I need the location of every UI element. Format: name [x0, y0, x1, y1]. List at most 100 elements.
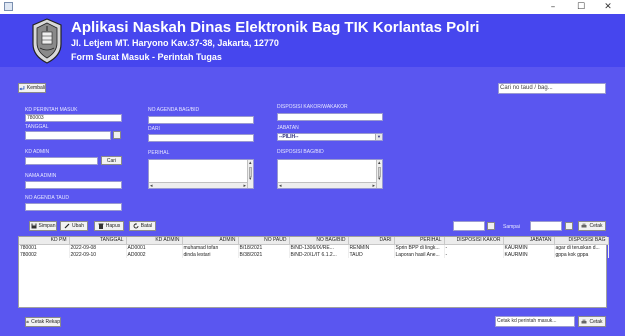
save-icon: [31, 223, 37, 229]
table-cell: gppa kok gppa: [554, 251, 609, 258]
disposisi-bag-textarea[interactable]: ▴ ▾ ◂ ▸: [277, 159, 383, 189]
calendar-icon[interactable]: [113, 131, 121, 139]
no-agenda-bag-label: NO AGENDA BAG/BID: [148, 107, 200, 113]
kd-perintah-field[interactable]: 780003: [25, 114, 122, 122]
cetak-label: Cetak: [589, 318, 603, 325]
table-cell: muhamad tofan: [182, 244, 239, 251]
col-perihal[interactable]: PERIHAL: [394, 237, 445, 245]
form-title: Form Surat Masuk - Perintah Tugas: [71, 52, 222, 62]
table-cell: Sprin BPP di lingk...: [394, 244, 445, 251]
table-cell: RENMIN: [348, 244, 395, 251]
cetak-filter-button[interactable]: Cetak: [578, 221, 606, 231]
tanggal-label: TANGGAL: [25, 124, 49, 130]
nama-admin-field[interactable]: [25, 181, 122, 189]
date-to-field[interactable]: [530, 221, 562, 231]
print-code-input[interactable]: Cetak kd perintah masuk...: [495, 316, 575, 327]
table-cell: AD0001: [126, 244, 183, 251]
table-header-row: KD PM TANGGAL KD ADMIN ADMIN NO PAUD NO …: [19, 237, 609, 245]
disposisi-kakor-field[interactable]: [277, 113, 383, 121]
col-jabatan[interactable]: JABATAN: [503, 237, 555, 245]
back-button[interactable]: Kembali: [18, 83, 46, 93]
kd-admin-label: KD ADMIN: [25, 149, 50, 155]
perihal-textarea[interactable]: ▴ ▾ ◂ ▸: [148, 159, 254, 189]
cetak-filter-label: Cetak: [589, 223, 603, 229]
col-admin[interactable]: ADMIN: [182, 237, 239, 245]
disposisi-kakor-label: DISPOSISI KAKOR/WAKAKOR: [277, 104, 348, 110]
simpan-button[interactable]: Simpan: [29, 221, 57, 231]
simpan-label: Simpan: [38, 223, 56, 229]
table-cell: 780002: [19, 251, 70, 258]
back-arrow-icon: [19, 86, 25, 91]
tanggal-field[interactable]: [25, 131, 111, 140]
minimize-button[interactable]: –: [539, 1, 567, 13]
window-titlebar: – ☐ ✕: [0, 0, 625, 14]
dari-field[interactable]: [148, 134, 254, 142]
col-no-bag[interactable]: NO BAG/BID: [289, 237, 349, 245]
date-from-field[interactable]: [453, 221, 485, 231]
table-row[interactable]: 780002 2022-09-10 AD0002 dinda lestari B…: [19, 251, 609, 258]
table-cell: 2022-09-08: [69, 244, 127, 251]
cetak-rekap-button[interactable]: Cetak Rekap: [25, 317, 61, 327]
col-tanggal[interactable]: TANGGAL: [69, 237, 127, 245]
sampai-label: Sampai: [503, 224, 520, 230]
cari-admin-label: Cari: [106, 157, 117, 164]
col-kd-pm[interactable]: KD PM: [19, 237, 70, 245]
jabatan-selected: --PILIH--: [279, 134, 299, 140]
app-icon: [4, 2, 13, 11]
surat-masuk-table: KD PM TANGGAL KD ADMIN ADMIN NO PAUD NO …: [18, 236, 609, 308]
app-title: Aplikasi Naskah Dinas Elektronik Bag TIK…: [71, 19, 480, 36]
app-address: Jl. Letjem MT. Haryono Kav.37-38, Jakart…: [71, 38, 279, 48]
refresh-icon: [133, 223, 139, 229]
ubah-label: Ubah: [72, 223, 84, 229]
printer-icon: [581, 223, 587, 228]
printer-rekap-icon: [26, 320, 29, 323]
maximize-button[interactable]: ☐: [567, 1, 595, 13]
table-cell: dinda lestari: [182, 251, 239, 258]
col-kd-admin[interactable]: KD ADMIN: [126, 237, 183, 245]
cetak-button[interactable]: Cetak: [578, 316, 606, 327]
table-cell: -: [444, 251, 504, 258]
disposisi-bag-label: DISPOSISI BAG/BID: [277, 149, 324, 155]
nama-admin-label: NAMA ADMIN: [25, 173, 57, 179]
table-cell: AD0002: [126, 251, 183, 258]
calendar-from-icon[interactable]: [487, 222, 495, 230]
table-cell: B/18/2021: [238, 244, 290, 251]
batal-label: Batal: [140, 223, 153, 229]
trash-icon: [98, 223, 104, 229]
close-button[interactable]: ✕: [594, 1, 622, 13]
table-cell: -: [444, 244, 504, 251]
perihal-hscroll[interactable]: ◂ ▸: [149, 182, 247, 189]
col-no-paud[interactable]: NO PAUD: [238, 237, 290, 245]
ubah-button[interactable]: Ubah: [60, 221, 88, 231]
table-cell: B/ND-2/XL/IT 6.1.2...: [289, 251, 349, 258]
disposisi-vscroll[interactable]: ▴ ▾: [376, 160, 382, 188]
table-cell: KAURMIN: [503, 244, 555, 251]
hapus-button[interactable]: Hapus: [94, 221, 124, 231]
table-cell: KAURMIN: [503, 251, 555, 258]
app-header: Aplikasi Naskah Dinas Elektronik Bag TIK…: [0, 14, 625, 67]
batal-button[interactable]: Batal: [129, 221, 156, 231]
search-input[interactable]: Cari no taud / bag...: [498, 83, 606, 94]
jabatan-select[interactable]: --PILIH-- ▼: [277, 133, 383, 141]
chevron-down-icon[interactable]: ▼: [375, 134, 382, 140]
no-agenda-bag-field[interactable]: [148, 116, 254, 124]
disposisi-hscroll[interactable]: ◂ ▸: [278, 182, 376, 189]
table-cell: TAUD: [348, 251, 395, 258]
calendar-to-icon[interactable]: [565, 222, 573, 230]
col-disposisi-kakor[interactable]: DISPOSISI KAKOR: [444, 237, 504, 245]
no-agenda-taud-label: NO AGENDA TAUD: [25, 195, 69, 201]
perihal-label: PERIHAL: [148, 150, 170, 156]
back-button-label: Kembali: [26, 85, 45, 91]
table-cell: 2022-09-10: [69, 251, 127, 258]
perihal-vscroll[interactable]: ▴ ▾: [247, 160, 253, 188]
kd-perintah-label: KD PERINTAH MASUK: [25, 107, 78, 113]
hapus-label: Hapus: [105, 223, 121, 229]
table-cell: agar di teruskan d...: [554, 244, 609, 251]
table-row[interactable]: 780001 2022-09-08 AD0001 muhamad tofan B…: [19, 244, 609, 251]
col-dari[interactable]: DARI: [348, 237, 395, 245]
kd-admin-field[interactable]: [25, 157, 98, 165]
no-agenda-taud-field[interactable]: [25, 203, 122, 211]
table-cell: B/38/2021: [238, 251, 290, 258]
cari-admin-button[interactable]: Cari: [101, 156, 122, 165]
col-disposisi-bag[interactable]: DISPOSISI BAG: [554, 237, 609, 245]
